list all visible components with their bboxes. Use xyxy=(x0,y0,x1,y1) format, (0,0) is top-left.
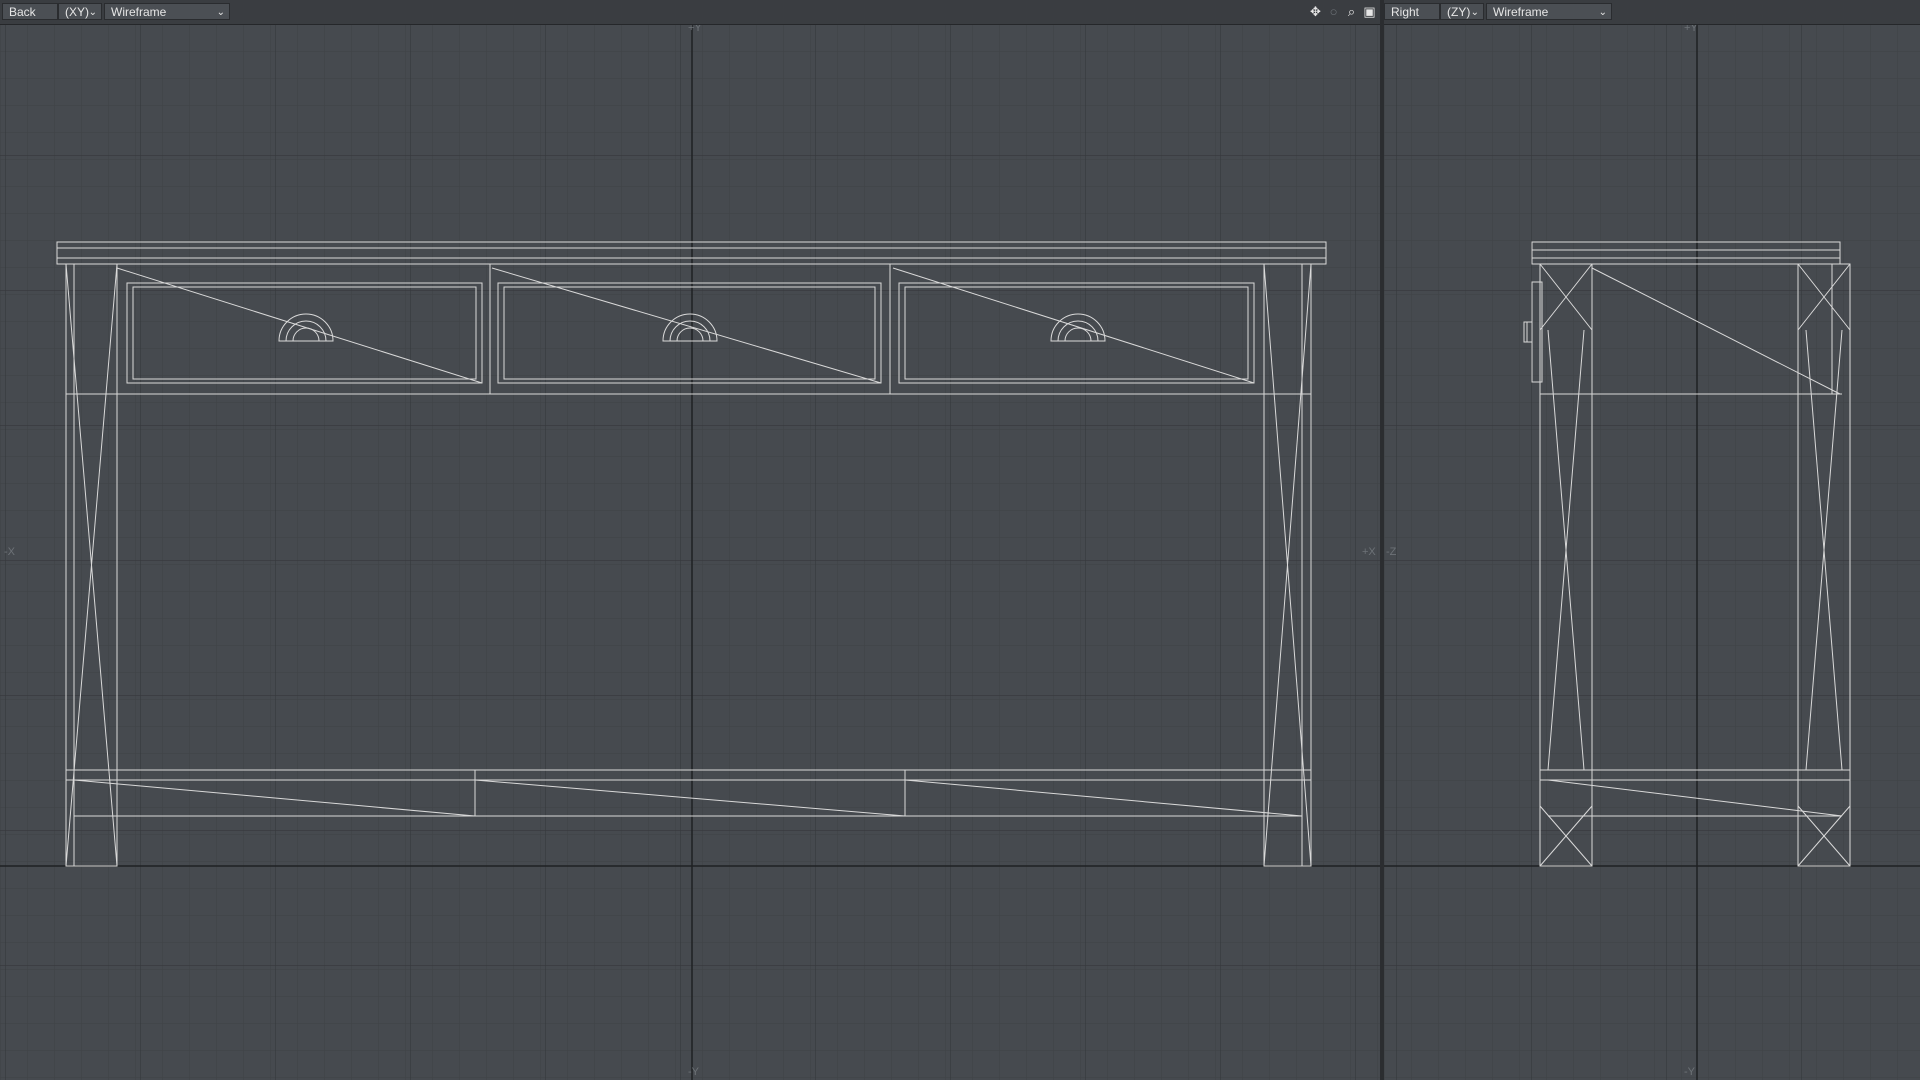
back-grid-canvas[interactable] xyxy=(0,24,1380,1080)
view-select[interactable]: Back xyxy=(2,3,58,20)
axes-select[interactable]: (XY) ⌄ xyxy=(58,3,102,20)
right-viewport-toolbar: Right (ZY) ⌄ Wireframe ⌄ xyxy=(1384,0,1920,25)
view-select[interactable]: Right xyxy=(1384,3,1440,20)
chevron-down-icon: ⌄ xyxy=(216,7,225,18)
render-mode-select[interactable]: Wireframe ⌄ xyxy=(104,3,230,20)
axis-label-right: +X xyxy=(1362,546,1376,558)
render-mode-value: Wireframe xyxy=(1493,5,1549,19)
axes-select-value: (ZY) xyxy=(1447,5,1471,19)
move-icon[interactable]: ✥ xyxy=(1308,4,1323,19)
axis-label-left: -X xyxy=(4,546,15,558)
view-select-value: Right xyxy=(1391,5,1420,19)
render-mode-value: Wireframe xyxy=(111,5,167,19)
axes-select-value: (XY) xyxy=(65,5,89,19)
render-mode-select[interactable]: Wireframe ⌄ xyxy=(1486,3,1612,20)
axis-label-left: -Z xyxy=(1386,546,1397,558)
right-grid-canvas[interactable] xyxy=(1384,24,1920,1080)
chevron-down-icon: ⌄ xyxy=(1470,7,1479,18)
zoom-icon[interactable]: ⌕ xyxy=(1344,4,1359,19)
rotate-icon[interactable]: ○ xyxy=(1326,4,1341,19)
axes-select[interactable]: (ZY) ⌄ xyxy=(1440,3,1484,20)
chevron-down-icon: ⌄ xyxy=(1598,7,1607,18)
back-viewport-toolbar: Back (XY) ⌄ Wireframe ⌄ ✥ ○ ⌕ ▣ xyxy=(0,0,1380,25)
back-viewport[interactable]: Back (XY) ⌄ Wireframe ⌄ ✥ ○ ⌕ ▣ +Y -Y -X… xyxy=(0,0,1380,1080)
modeler-app: Back (XY) ⌄ Wireframe ⌄ ✥ ○ ⌕ ▣ +Y -Y -X… xyxy=(0,0,1920,1080)
right-viewport[interactable]: Right (ZY) ⌄ Wireframe ⌄ +Y -Y -Z xyxy=(1384,0,1920,1080)
chevron-down-icon: ⌄ xyxy=(88,7,97,18)
view-select-value: Back xyxy=(9,5,36,19)
axis-label-bottom: -Y xyxy=(1684,1066,1695,1078)
axis-label-bottom: -Y xyxy=(688,1066,699,1078)
maximize-icon[interactable]: ▣ xyxy=(1362,4,1377,19)
